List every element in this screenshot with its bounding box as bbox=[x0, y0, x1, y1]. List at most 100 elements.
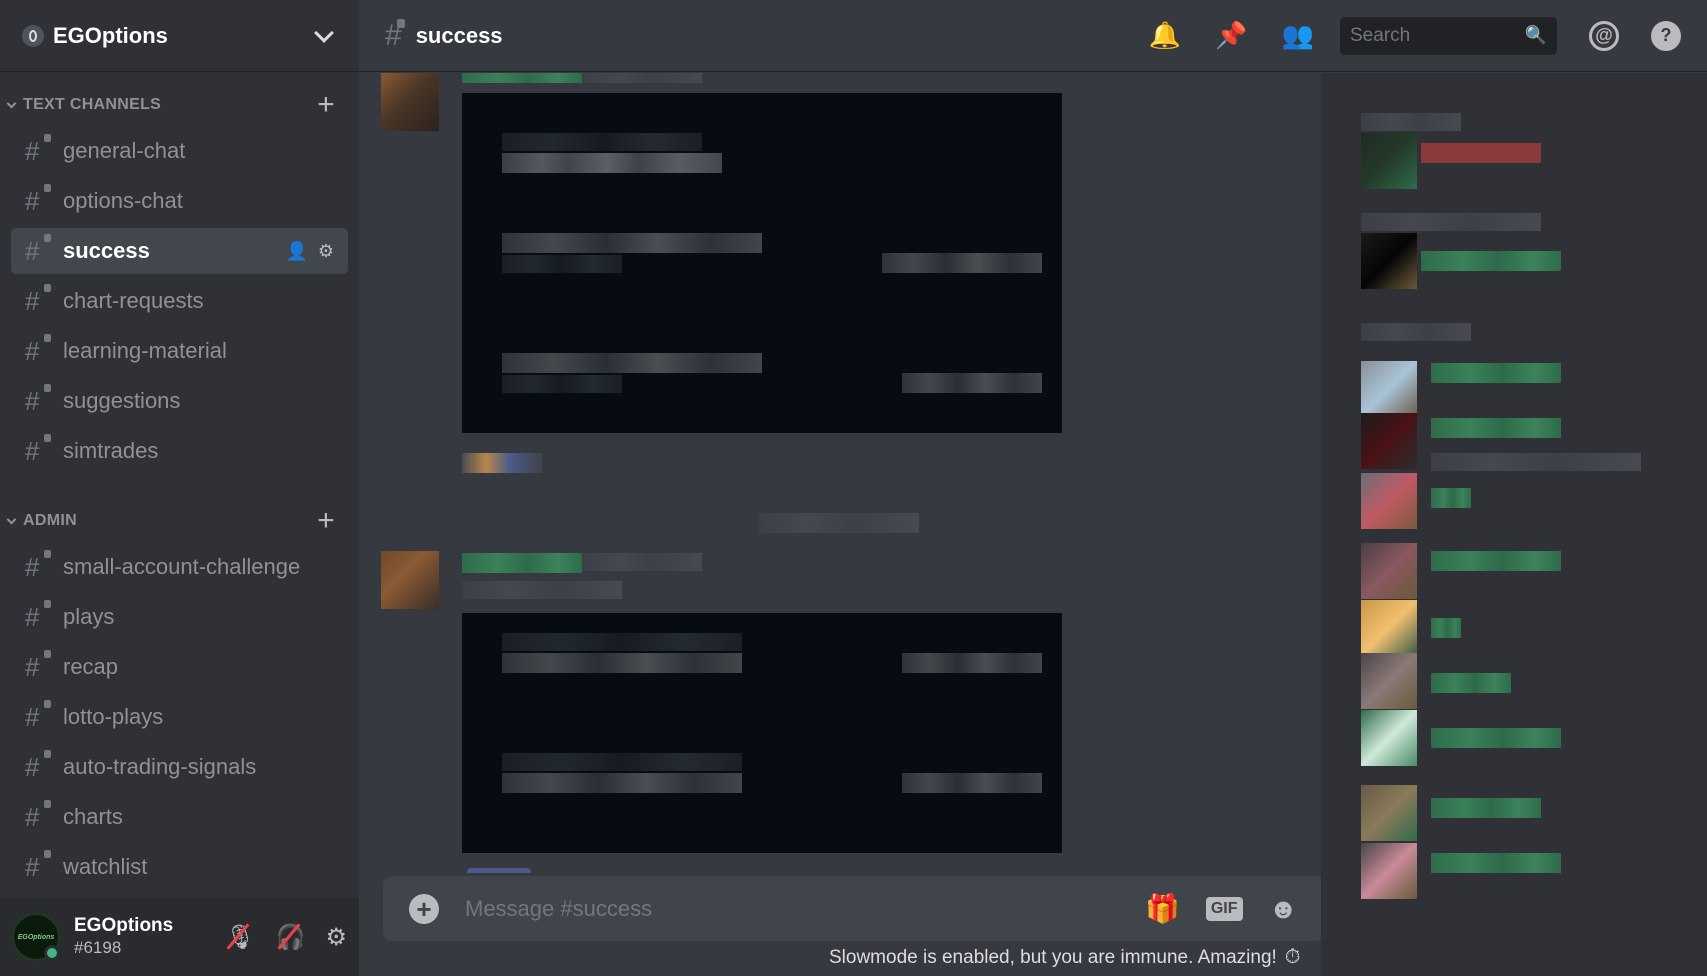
member-name[interactable] bbox=[1431, 551, 1561, 571]
channel-title: success bbox=[415, 22, 503, 48]
message-embed-image[interactable] bbox=[462, 93, 1062, 433]
member-name[interactable] bbox=[1431, 728, 1561, 748]
sidebar-item-plays[interactable]: # plays bbox=[11, 594, 348, 640]
help-icon[interactable]: ? bbox=[1651, 20, 1681, 51]
member-avatar[interactable] bbox=[1361, 133, 1417, 189]
redacted-username[interactable] bbox=[462, 73, 582, 83]
member-avatar[interactable] bbox=[1361, 710, 1417, 766]
sidebar-item-options-chat[interactable]: # options-chat bbox=[11, 178, 348, 224]
redacted-text bbox=[502, 653, 742, 673]
sidebar-item-small-account-challenge[interactable]: # small-account-challenge bbox=[11, 544, 348, 590]
sidebar-item-general-chat[interactable]: # general-chat bbox=[11, 128, 348, 174]
hash-icon: # bbox=[25, 599, 53, 633]
emoji-icon[interactable]: ☻ bbox=[1269, 893, 1298, 925]
members-icon[interactable]: 👥 bbox=[1282, 20, 1314, 51]
member-avatar[interactable] bbox=[1361, 785, 1417, 841]
date-divider bbox=[759, 513, 919, 533]
hash-icon: # bbox=[25, 433, 53, 467]
redacted-text bbox=[502, 233, 762, 253]
message-embed-image[interactable] bbox=[462, 613, 1062, 853]
bell-icon[interactable]: 🔔 bbox=[1149, 20, 1181, 51]
channel-label: plays bbox=[63, 604, 115, 629]
hash-icon: # bbox=[25, 133, 53, 167]
member-name[interactable] bbox=[1431, 363, 1561, 383]
avatar[interactable]: EGOptions bbox=[12, 913, 60, 961]
redacted-text bbox=[902, 653, 1042, 673]
hash-icon: # bbox=[25, 233, 53, 267]
redacted-text bbox=[502, 133, 702, 151]
message-input[interactable]: Message #success bbox=[465, 896, 1145, 922]
member-group-header bbox=[1361, 113, 1461, 131]
member-avatar[interactable] bbox=[1361, 600, 1417, 656]
user-info[interactable]: EGOptions #6198 bbox=[74, 915, 225, 959]
member-avatar[interactable] bbox=[1361, 233, 1417, 289]
member-avatar[interactable] bbox=[1361, 543, 1417, 599]
channel-label: suggestions bbox=[63, 388, 181, 413]
deafen-headphones-icon[interactable]: 🎧 bbox=[276, 923, 306, 952]
member-avatar[interactable] bbox=[1361, 473, 1417, 529]
message-avatar[interactable] bbox=[381, 551, 439, 609]
sidebar-item-recap[interactable]: # recap bbox=[11, 644, 348, 690]
member-avatar[interactable] bbox=[1361, 361, 1417, 417]
channel-label: watchlist bbox=[63, 854, 148, 879]
redacted-timestamp bbox=[582, 73, 702, 83]
message-list[interactable] bbox=[359, 73, 1321, 873]
hash-icon: # bbox=[25, 333, 53, 367]
hash-icon: # bbox=[25, 283, 53, 317]
member-name[interactable] bbox=[1431, 853, 1561, 873]
search-icon: 🔍 bbox=[1524, 25, 1547, 45]
channel-label: chart-requests bbox=[63, 288, 204, 313]
member-name[interactable] bbox=[1431, 798, 1541, 818]
pin-icon[interactable]: 📌 bbox=[1215, 20, 1247, 51]
member-name[interactable] bbox=[1431, 673, 1511, 693]
member-name[interactable] bbox=[1421, 251, 1561, 271]
reaction-chip[interactable] bbox=[462, 453, 542, 473]
member-avatar[interactable] bbox=[1361, 413, 1417, 469]
reaction-chip[interactable] bbox=[467, 868, 531, 873]
redacted-text bbox=[462, 581, 622, 599]
redacted-username[interactable] bbox=[462, 553, 582, 573]
sidebar-item-watchlist[interactable]: # watchlist bbox=[11, 844, 348, 890]
sidebar-item-suggestions[interactable]: # suggestions bbox=[11, 378, 348, 424]
gear-icon[interactable]: ⚙ bbox=[318, 241, 334, 262]
mute-microphone-icon[interactable]: 🎙 bbox=[225, 923, 255, 952]
category-text-channels[interactable]: TEXT CHANNELS + bbox=[0, 72, 359, 124]
message-composer[interactable]: + Message #success 🎁 GIF ☻ bbox=[383, 876, 1324, 941]
mention-icon[interactable]: @ bbox=[1589, 20, 1619, 51]
sidebar-item-lotto-plays[interactable]: # lotto-plays bbox=[11, 694, 348, 740]
message-avatar[interactable] bbox=[381, 73, 439, 131]
channel-label: charts bbox=[63, 804, 123, 829]
member-activity bbox=[1431, 453, 1641, 471]
redacted-text bbox=[502, 375, 622, 393]
member-group-header bbox=[1361, 323, 1471, 341]
invite-icon[interactable]: 👤 bbox=[285, 241, 307, 262]
add-attachment-button[interactable]: + bbox=[409, 893, 439, 924]
channel-label: auto-trading-signals bbox=[63, 754, 257, 779]
sidebar-item-charts[interactable]: # charts bbox=[11, 794, 348, 840]
add-channel-icon[interactable]: + bbox=[317, 90, 335, 120]
sidebar-item-auto-trading-signals[interactable]: # auto-trading-signals bbox=[11, 744, 348, 790]
member-name[interactable] bbox=[1431, 488, 1471, 508]
add-channel-icon[interactable]: + bbox=[317, 506, 335, 536]
channel-sidebar: EGOptions TEXT CHANNELS + # general-chat… bbox=[0, 0, 359, 976]
category-admin[interactable]: ADMIN + bbox=[0, 488, 359, 540]
member-avatar[interactable] bbox=[1361, 843, 1417, 899]
server-header[interactable]: EGOptions bbox=[0, 0, 359, 72]
member-name[interactable] bbox=[1431, 618, 1461, 638]
user-settings-gear-icon[interactable]: ⚙ bbox=[325, 923, 347, 952]
gif-button[interactable]: GIF bbox=[1205, 896, 1243, 921]
server-boost-icon bbox=[22, 24, 44, 47]
gift-icon[interactable]: 🎁 bbox=[1145, 892, 1180, 925]
member-name[interactable] bbox=[1421, 143, 1541, 163]
search-input[interactable]: Search 🔍 bbox=[1340, 16, 1557, 55]
member-avatar[interactable] bbox=[1361, 653, 1417, 709]
user-panel: EGOptions EGOptions #6198 🎙 🎧 ⚙ bbox=[0, 898, 359, 976]
sidebar-item-chart-requests[interactable]: # chart-requests bbox=[11, 278, 348, 324]
sidebar-item-success[interactable]: # success 👤 ⚙ bbox=[11, 228, 348, 274]
chevron-down-icon[interactable] bbox=[314, 22, 334, 43]
hash-icon: # bbox=[385, 18, 405, 53]
member-list[interactable] bbox=[1321, 73, 1707, 976]
sidebar-item-simtrades[interactable]: # simtrades bbox=[11, 428, 348, 474]
sidebar-item-learning-material[interactable]: # learning-material bbox=[11, 328, 348, 374]
member-name[interactable] bbox=[1431, 418, 1561, 438]
